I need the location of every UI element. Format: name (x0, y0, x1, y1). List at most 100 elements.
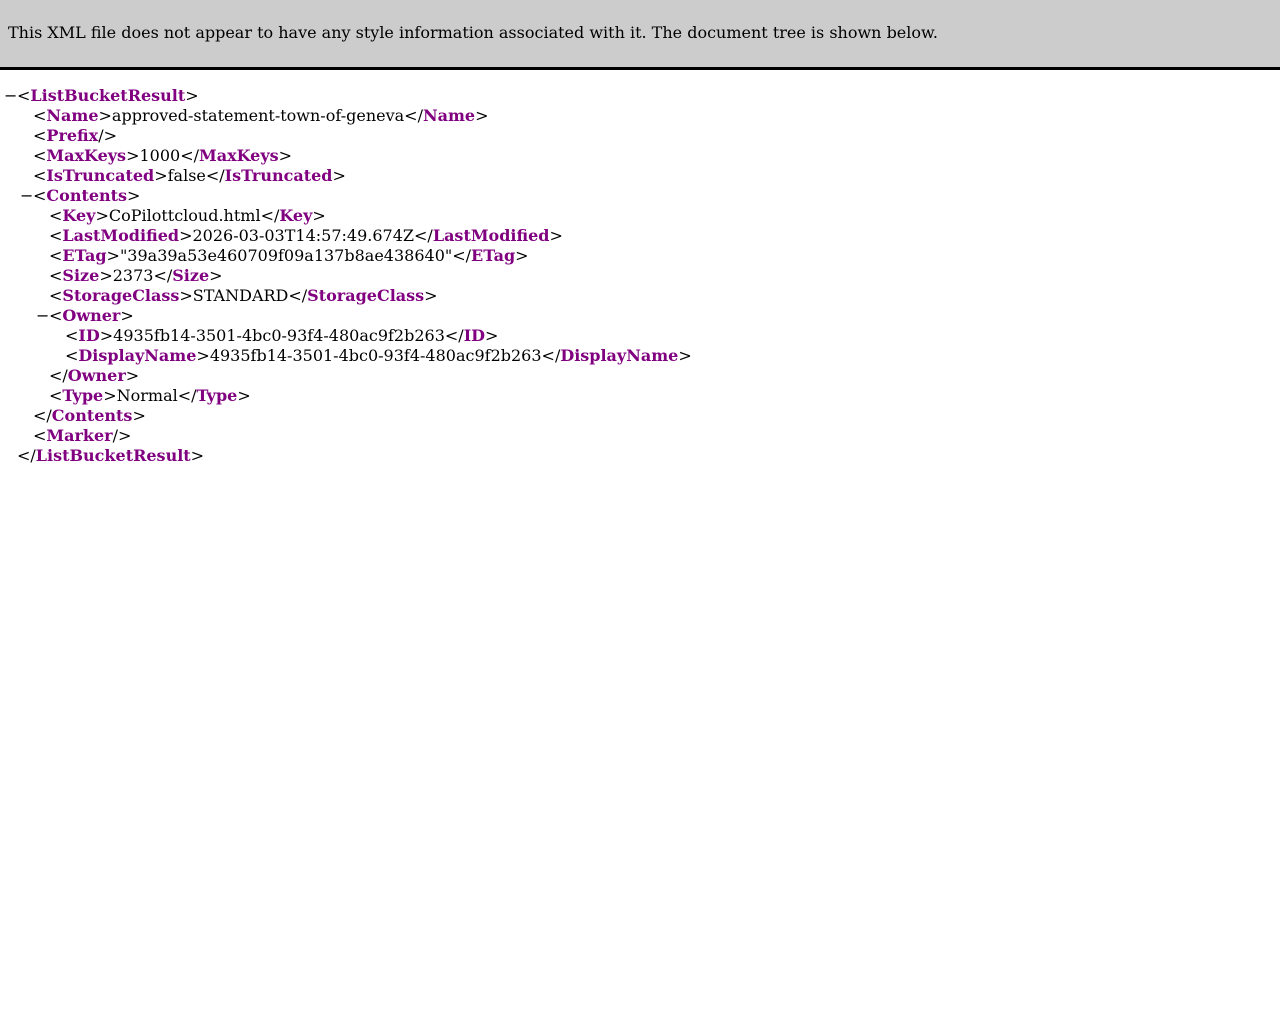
close-bracket: > (196, 346, 210, 365)
xml-node-listbucketresult-close: </ListBucketResult> (0, 446, 1280, 466)
open-bracket: < (49, 206, 63, 225)
close-bracket: > (99, 266, 113, 285)
tag-name: ETag (471, 246, 516, 265)
tag-name: DisplayName (78, 346, 197, 365)
tag-name: DisplayName (560, 346, 679, 365)
close-bracket: > (106, 246, 120, 265)
close-bracket: > (95, 206, 109, 225)
close-bracket: > (103, 386, 117, 405)
xml-node-content: <Prefix/> (33, 126, 117, 146)
xml-node-content: <Key>CoPilottcloud.html</Key> (49, 206, 326, 226)
tag-name: ID (463, 326, 486, 345)
tag-name: Prefix (46, 126, 99, 145)
close-bracket: > (185, 86, 199, 105)
tag-name: LastModified (62, 226, 180, 245)
xml-node-displayname: <DisplayName>4935fb14-3501-4bc0-93f4-480… (0, 346, 1280, 366)
xml-node-content: <Owner> (49, 306, 134, 326)
xml-node-content: <ID>4935fb14-3501-4bc0-93f4-480ac9f2b263… (65, 326, 498, 346)
xml-node-content: </Contents> (33, 406, 146, 426)
xml-node-content: <Marker/> (33, 426, 131, 446)
open-bracket: </ (260, 206, 280, 225)
close-bracket: > (515, 246, 529, 265)
xml-node-key: <Key>CoPilottcloud.html</Key> (0, 206, 1280, 226)
open-bracket: </ (404, 106, 423, 125)
tag-name: ID (78, 326, 100, 345)
open-bracket: < (33, 146, 47, 165)
xml-node-content: </ListBucketResult> (17, 446, 204, 466)
open-bracket: < (33, 106, 47, 125)
open-bracket: < (49, 386, 63, 405)
tag-name: LastModified (432, 226, 550, 245)
close-bracket: > (98, 106, 112, 125)
close-bracket: > (99, 326, 114, 345)
tag-name: StorageClass (62, 286, 180, 305)
tag-name: Contents (51, 406, 133, 425)
xml-node-contents: − <Contents> (0, 186, 1280, 206)
xml-node-lastmodified: <LastModified>2026-03-03T14:57:49.674Z</… (0, 226, 1280, 246)
collapse-toggle[interactable]: − (20, 186, 33, 206)
node-text: 4935fb14-3501-4bc0-93f4-480ac9f2b263 (113, 326, 445, 345)
tag-name: Size (62, 266, 100, 285)
xml-node-marker: <Marker/> (0, 426, 1280, 446)
open-bracket: </ (414, 226, 433, 245)
xml-node-content: <Name>approved-statement-town-of-geneva<… (33, 106, 488, 126)
open-bracket: </ (541, 346, 561, 365)
open-bracket: < (33, 126, 47, 145)
tag-name: Name (46, 106, 99, 125)
node-text: CoPilottcloud.html (108, 206, 261, 225)
tag-name: ETag (62, 246, 107, 265)
close-bracket: > (237, 386, 251, 405)
close-bracket: > (179, 226, 193, 245)
open-bracket: </ (288, 286, 308, 305)
xml-node-content: <IsTruncated>false</IsTruncated> (33, 166, 346, 186)
open-bracket: </ (180, 146, 199, 165)
xml-node-listbucketresult: − <ListBucketResult> (0, 86, 1280, 106)
tag-name: MaxKeys (198, 146, 279, 165)
xml-node-content: <Type>Normal</Type> (49, 386, 251, 406)
close-bracket: > (125, 366, 140, 385)
close-bracket: > (120, 306, 134, 325)
xml-info-banner: This XML file does not appear to have an… (0, 0, 1280, 70)
open-bracket: < (65, 326, 79, 345)
xml-node-istruncated: <IsTruncated>false</IsTruncated> (0, 166, 1280, 186)
tag-name: Key (62, 206, 96, 225)
open-bracket: < (49, 306, 63, 325)
collapse-toggle[interactable]: − (36, 306, 49, 326)
xml-node-content: <MaxKeys>1000</MaxKeys> (33, 146, 292, 166)
open-bracket: </ (49, 366, 68, 385)
tag-name: IsTruncated (224, 166, 333, 185)
close-bracket: > (179, 286, 193, 305)
close-bracket: > (678, 346, 692, 365)
xml-node-content: </Owner> (49, 366, 139, 386)
collapse-toggle[interactable]: − (4, 86, 17, 106)
xml-node-name: <Name>approved-statement-town-of-geneva<… (0, 106, 1280, 126)
close-bracket: > (278, 146, 293, 165)
close-bracket: > (485, 326, 499, 345)
tag-name: Name (422, 106, 476, 125)
open-bracket: < (49, 226, 63, 245)
node-text: 2026-03-03T14:57:49.674Z (192, 226, 415, 245)
tag-name: Marker (46, 426, 113, 445)
open-bracket: </ (33, 406, 52, 425)
xml-node-content: <Contents> (33, 186, 140, 206)
xml-node-prefix: <Prefix/> (0, 126, 1280, 146)
xml-node-content: <ListBucketResult> (17, 86, 199, 106)
xml-node-owner-close: </Owner> (0, 366, 1280, 386)
xml-node-content: <ETag>"39a39a53e460709f09a137b8ae438640"… (49, 246, 529, 266)
open-bracket: < (33, 426, 47, 445)
tag-name: Owner (67, 366, 126, 385)
node-text: "39a39a53e460709f09a137b8ae438640" (119, 246, 453, 265)
close-bracket: > (332, 166, 346, 185)
xml-node-content: <LastModified>2026-03-03T14:57:49.674Z</… (49, 226, 563, 246)
xml-info-message: This XML file does not appear to have an… (8, 23, 938, 42)
open-bracket: </ (17, 446, 36, 465)
node-text: approved-statement-town-of-geneva (111, 106, 405, 125)
open-bracket: </ (205, 166, 225, 185)
tag-name: Type (196, 386, 238, 405)
tag-name: Contents (46, 186, 128, 205)
node-text: 1000 (139, 146, 181, 165)
open-bracket: < (49, 246, 63, 265)
close-bracket: /> (112, 426, 132, 445)
tag-name: Key (279, 206, 313, 225)
tag-name: ListBucketResult (35, 446, 191, 465)
